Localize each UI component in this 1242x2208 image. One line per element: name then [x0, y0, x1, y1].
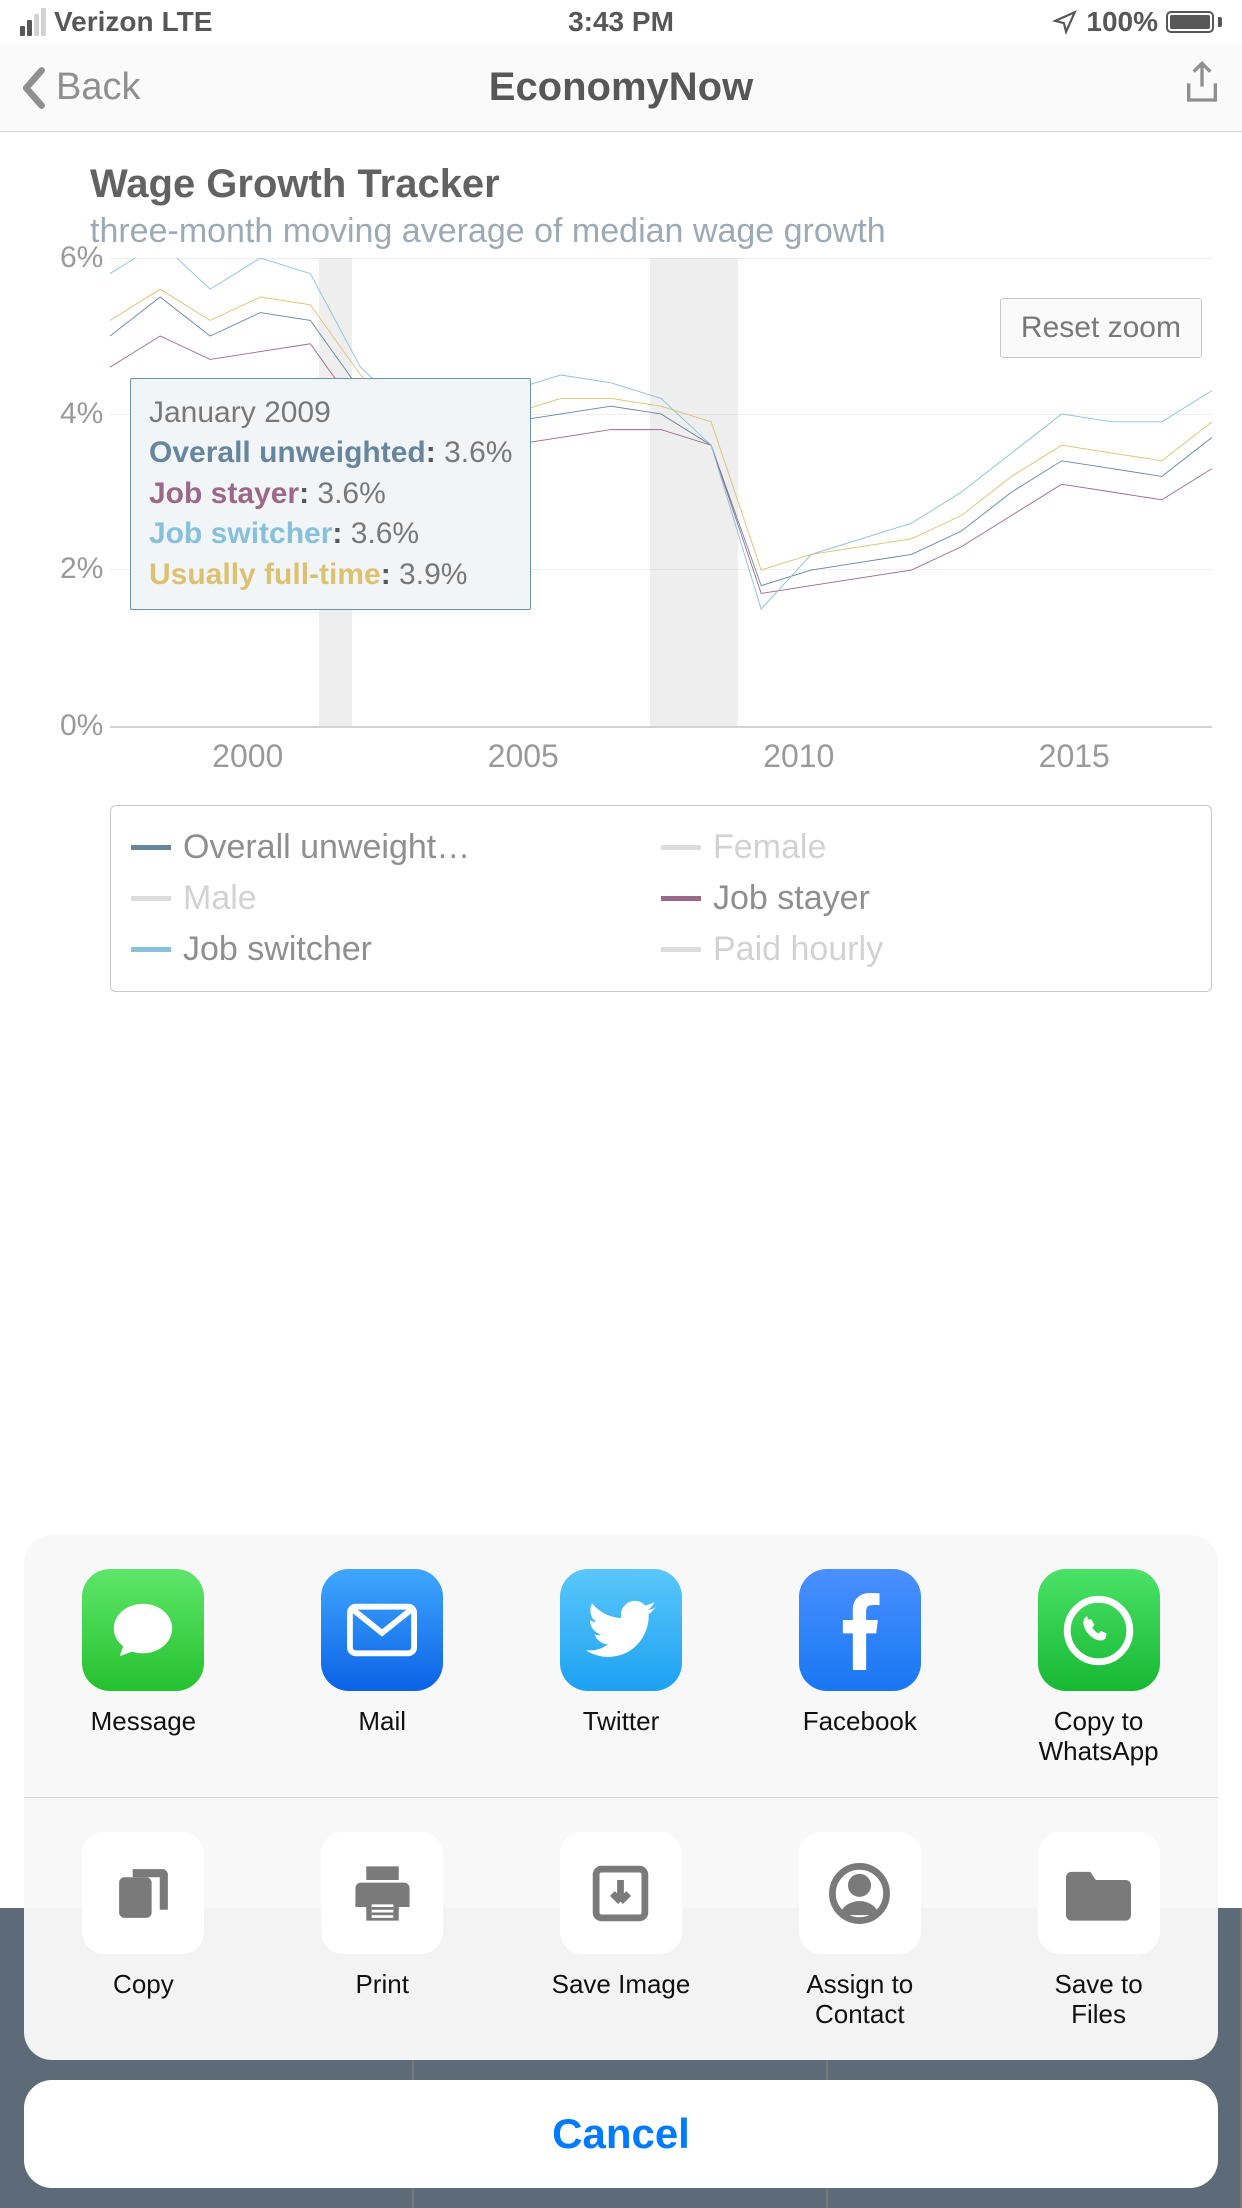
facebook-icon — [799, 1569, 921, 1691]
share-sheet: Message Mail Twitter Facebook Copy to WhatsA… — [24, 1535, 1218, 2188]
share-app-label: Twitter — [583, 1707, 660, 1737]
share-action-copy[interactable]: Copy — [24, 1832, 263, 2030]
save-to-files-icon — [1038, 1832, 1160, 1954]
print-icon — [321, 1832, 443, 1954]
save-image-icon — [560, 1832, 682, 1954]
twitter-icon — [560, 1569, 682, 1691]
mail-icon — [321, 1569, 443, 1691]
share-action-save-image[interactable]: Save Image — [502, 1832, 741, 2030]
share-app-label: Mail — [358, 1707, 406, 1737]
copy-icon — [82, 1832, 204, 1954]
share-app-mail[interactable]: Mail — [263, 1569, 502, 1767]
share-action-assign-to-contact[interactable]: Assign toContact — [740, 1832, 979, 2030]
share-app-label: Message — [91, 1707, 197, 1737]
share-action-label: Save toFiles — [1055, 1970, 1143, 2030]
share-action-print[interactable]: Print — [263, 1832, 502, 2030]
share-action-save-to-files[interactable]: Save toFiles — [979, 1832, 1218, 2030]
share-app-message[interactable]: Message — [24, 1569, 263, 1767]
copy-to-whatsapp-icon — [1038, 1569, 1160, 1691]
cancel-button[interactable]: Cancel — [24, 2080, 1218, 2188]
share-action-label: Print — [355, 1970, 408, 2000]
message-icon — [82, 1569, 204, 1691]
share-action-label: Save Image — [552, 1970, 691, 2000]
share-app-label: Copy to WhatsApp — [1019, 1707, 1179, 1767]
share-action-label: Copy — [113, 1970, 174, 2000]
share-app-facebook[interactable]: Facebook — [740, 1569, 979, 1767]
share-app-twitter[interactable]: Twitter — [502, 1569, 741, 1767]
share-app-label: Facebook — [803, 1707, 917, 1737]
share-app-copy-to-whatsapp[interactable]: Copy to WhatsApp — [979, 1569, 1218, 1767]
share-action-label: Assign toContact — [806, 1970, 913, 2030]
assign-to-contact-icon — [799, 1832, 921, 1954]
